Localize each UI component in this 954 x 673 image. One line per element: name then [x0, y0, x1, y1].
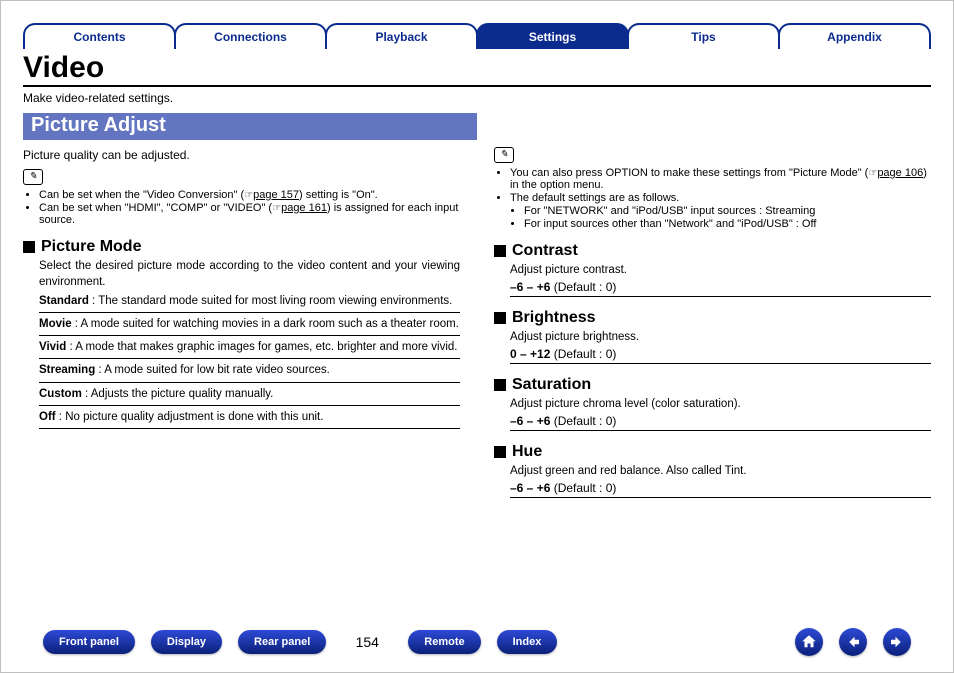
- column-left: Picture quality can be adjusted. ✎ Can b…: [23, 142, 460, 498]
- note-right-2b: For input sources other than "Network" a…: [524, 218, 931, 230]
- heading-brightness: Brightness: [494, 309, 931, 327]
- desc-hue: Adjust green and red balance. Also calle…: [510, 463, 931, 479]
- section-heading-picture-adjust: Picture Adjust: [23, 113, 477, 140]
- footer-index[interactable]: Index: [497, 630, 558, 654]
- note-left-2: Can be set when "HDMI", "COMP" or "VIDEO…: [39, 202, 460, 226]
- page-number: 154: [342, 634, 392, 650]
- note-left-1: Can be set when the "Video Conversion" (…: [39, 189, 460, 201]
- pencil-note-icon: ✎: [494, 147, 514, 163]
- desc-brightness: Adjust picture brightness.: [510, 329, 931, 345]
- heading-hue: Hue: [494, 443, 931, 461]
- page-intro: Make video-related settings.: [23, 91, 931, 105]
- tab-playback[interactable]: Playback: [325, 23, 478, 49]
- picture-mode-row-off: Off : No picture quality adjustment is d…: [39, 406, 460, 429]
- tab-appendix[interactable]: Appendix: [778, 23, 931, 49]
- range-saturation: –6 – +6 (Default : 0): [510, 412, 931, 431]
- page-ref-106[interactable]: page 106: [877, 167, 923, 179]
- note-right-2: The default settings are as follows.: [510, 192, 931, 204]
- back-icon[interactable]: [839, 628, 867, 656]
- tab-contents[interactable]: Contents: [23, 23, 176, 49]
- desc-picture-mode: Select the desired picture mode accordin…: [39, 258, 460, 290]
- crossref-icon: ☞: [272, 203, 281, 214]
- range-contrast: –6 – +6 (Default : 0): [510, 278, 931, 297]
- home-icon[interactable]: [795, 628, 823, 656]
- picture-mode-row-movie: Movie : A mode suited for watching movie…: [39, 313, 460, 336]
- footer-front-panel[interactable]: Front panel: [43, 630, 135, 654]
- picture-mode-row-custom: Custom : Adjusts the picture quality man…: [39, 383, 460, 406]
- title-underline: [23, 85, 931, 87]
- heading-picture-mode: Picture Mode: [23, 238, 460, 256]
- picture-mode-row-vivid: Vivid : A mode that makes graphic images…: [39, 336, 460, 359]
- crossref-icon: ☞: [868, 168, 877, 179]
- picture-mode-row-streaming: Streaming : A mode suited for low bit ra…: [39, 359, 460, 382]
- page-ref-161[interactable]: page 161: [281, 202, 327, 214]
- tab-bar: Contents Connections Playback Settings T…: [23, 19, 931, 49]
- range-brightness: 0 – +12 (Default : 0): [510, 345, 931, 364]
- crossref-icon: ☞: [244, 190, 253, 201]
- note-right-2a: For "NETWORK" and "iPod/USB" input sourc…: [524, 205, 931, 217]
- page-ref-157[interactable]: page 157: [253, 189, 299, 201]
- footer-display[interactable]: Display: [151, 630, 222, 654]
- desc-saturation: Adjust picture chroma level (color satur…: [510, 396, 931, 412]
- note-right-1: You can also press OPTION to make these …: [510, 167, 931, 191]
- range-hue: –6 – +6 (Default : 0): [510, 479, 931, 498]
- tab-tips[interactable]: Tips: [627, 23, 780, 49]
- footer-rear-panel[interactable]: Rear panel: [238, 630, 326, 654]
- footer-remote[interactable]: Remote: [408, 630, 480, 654]
- lead-text: Picture quality can be adjusted.: [23, 148, 460, 162]
- heading-contrast: Contrast: [494, 242, 931, 260]
- desc-contrast: Adjust picture contrast.: [510, 262, 931, 278]
- column-right: ✎ You can also press OPTION to make thes…: [494, 142, 931, 498]
- note-box-left: ✎ Can be set when the "Video Conversion"…: [23, 168, 460, 226]
- footer-bar: Front panel Display Rear panel 154 Remot…: [43, 628, 911, 656]
- tab-settings[interactable]: Settings: [476, 23, 629, 49]
- page-title: Video: [23, 53, 931, 83]
- content-columns: Picture quality can be adjusted. ✎ Can b…: [23, 142, 931, 498]
- note-box-right: ✎ You can also press OPTION to make thes…: [494, 146, 931, 230]
- heading-saturation: Saturation: [494, 376, 931, 394]
- forward-icon[interactable]: [883, 628, 911, 656]
- pencil-note-icon: ✎: [23, 169, 43, 185]
- picture-mode-row-standard: Standard : The standard mode suited for …: [39, 290, 460, 313]
- tab-connections[interactable]: Connections: [174, 23, 327, 49]
